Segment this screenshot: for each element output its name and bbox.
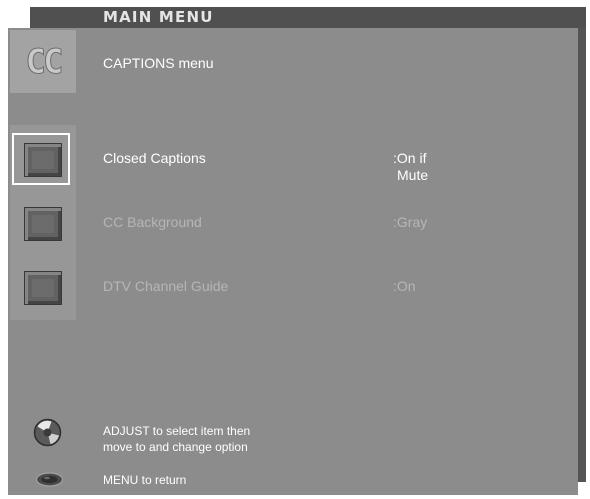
menu-item-value-line: :Gray <box>393 214 428 230</box>
square-button-icon <box>24 143 62 177</box>
page-title: CAPTIONS menu <box>103 55 214 71</box>
square-button-icon <box>24 271 62 305</box>
menu-item-label: CC Background <box>103 214 202 230</box>
menu-item-value[interactable]: :On if Mute <box>393 150 428 184</box>
title-bar: MAIN MENU <box>30 7 586 28</box>
panel-shadow <box>578 28 586 482</box>
menu-item-label: Closed Captions <box>103 150 206 166</box>
menu-item-cc-background[interactable]: CC Background :Gray <box>10 197 570 249</box>
main-menu-title: MAIN MENU <box>103 8 214 26</box>
menu-item-value[interactable]: :On <box>393 278 416 295</box>
cc-icon-letters: CC <box>25 41 64 82</box>
menu-item-closed-captions[interactable]: Closed Captions :On if Mute <box>10 133 570 185</box>
menu-item-value-line: :On <box>393 278 416 294</box>
menu-return-instruction: MENU to return <box>103 473 187 487</box>
instruction-line: ADJUST to select item then <box>103 424 251 438</box>
menu-button-icon <box>35 472 64 487</box>
adjust-instructions: ADJUST to select item then move to and c… <box>103 423 250 455</box>
instruction-line: move to and change option <box>103 440 248 454</box>
menu-item-label: DTV Channel Guide <box>103 278 229 294</box>
knob-icon <box>33 418 62 447</box>
menu-item-value[interactable]: :Gray <box>393 214 427 231</box>
square-button-icon <box>24 207 62 241</box>
menu-item-dtv-channel-guide[interactable]: DTV Channel Guide :On <box>10 261 570 313</box>
cc-icon: CC <box>10 30 76 93</box>
menu-item-value-line: Mute <box>397 167 429 183</box>
menu-item-value-line: :On if <box>393 150 427 166</box>
